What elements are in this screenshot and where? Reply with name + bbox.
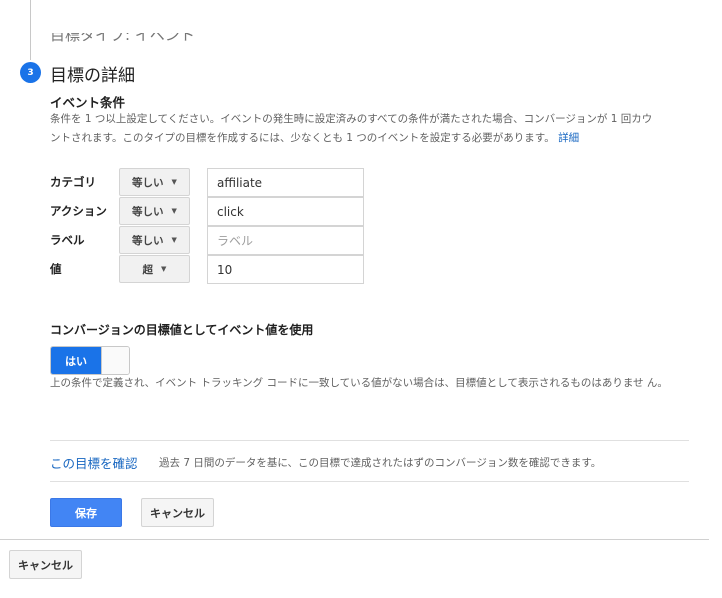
- caret-down-icon: ▼: [171, 236, 177, 244]
- section-divider: [0, 539, 709, 540]
- toggle-knob: [101, 347, 129, 374]
- caret-down-icon: ▼: [171, 207, 177, 215]
- description-line-2: ントされます。このタイプの目標を作成するには、少なくとも 1 つのイベントを設定…: [50, 131, 555, 144]
- event-conditions-description: 条件を 1 つ以上設定してください。イベントの発生時に設定済みのすべての条件が満…: [50, 110, 690, 147]
- category-input[interactable]: [207, 168, 364, 197]
- condition-label: 値: [50, 262, 62, 276]
- condition-row-value: 値 超 ▼: [0, 255, 400, 285]
- step-number-badge: 3: [20, 62, 41, 83]
- label-input[interactable]: [207, 226, 364, 255]
- operator-dropdown[interactable]: 等しい ▼: [119, 226, 190, 254]
- action-input[interactable]: [207, 197, 364, 226]
- operator-value: 超: [142, 263, 154, 276]
- condition-row-category: カテゴリ 等しい ▼: [0, 168, 400, 198]
- use-event-value-toggle[interactable]: はい: [50, 346, 130, 375]
- condition-label: ラベル: [50, 233, 85, 247]
- outer-cancel-button[interactable]: キャンセル: [9, 550, 82, 579]
- condition-label: アクション: [50, 204, 107, 218]
- condition-row-label: ラベル 等しい ▼: [0, 226, 400, 256]
- operator-dropdown[interactable]: 等しい ▼: [119, 168, 190, 196]
- condition-row-action: アクション 等しい ▼: [0, 197, 400, 227]
- previous-step-label: 目標タイプ: イベント: [50, 26, 195, 44]
- condition-label: カテゴリ: [50, 175, 96, 189]
- toggle-on-label: はい: [51, 347, 101, 374]
- save-button[interactable]: 保存: [50, 498, 122, 527]
- step-connector-line: [30, 0, 31, 60]
- operator-dropdown[interactable]: 等しい ▼: [119, 197, 190, 225]
- caret-down-icon: ▼: [161, 265, 167, 273]
- description-line-1: 条件を 1 つ以上設定してください。イベントの発生時に設定済みのすべての条件が満…: [50, 113, 653, 125]
- operator-value: 等しい: [132, 234, 164, 247]
- step-title: 目標の詳細: [50, 66, 135, 86]
- operator-value: 等しい: [132, 205, 164, 218]
- event-value-note: 上の条件で定義され、イベント トラッキング コードに一致している値がない場合は、…: [50, 377, 668, 389]
- cancel-button[interactable]: キャンセル: [141, 498, 214, 527]
- operator-value: 等しい: [132, 176, 164, 189]
- event-conditions-heading: イベント条件: [50, 95, 126, 110]
- divider: [50, 481, 689, 482]
- caret-down-icon: ▼: [171, 178, 177, 186]
- divider: [50, 440, 689, 441]
- verify-goal-description: 過去 7 日間のデータを基に、この目標で達成されたはずのコンバージョン数を確認で…: [159, 457, 602, 469]
- details-link[interactable]: 詳細: [558, 132, 579, 144]
- use-event-value-heading: コンバージョンの目標値としてイベント値を使用: [50, 323, 314, 337]
- value-input[interactable]: [207, 255, 364, 284]
- verify-goal-link[interactable]: この目標を確認: [50, 453, 138, 472]
- operator-dropdown[interactable]: 超 ▼: [119, 255, 190, 283]
